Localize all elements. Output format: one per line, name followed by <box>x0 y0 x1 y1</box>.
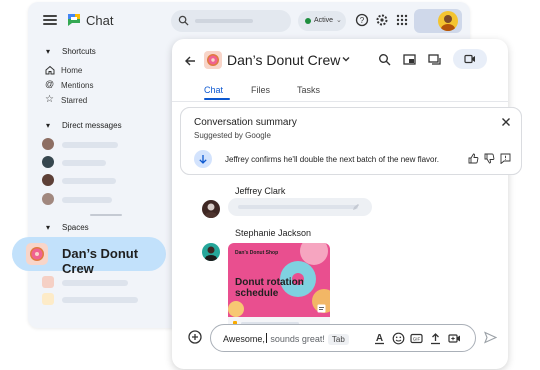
conversation-summary: Conversation summary Suggested by Google… <box>180 107 522 175</box>
document-icon <box>317 304 326 313</box>
message-text-placeholder <box>238 205 358 209</box>
search-placeholder-bar <box>195 19 253 23</box>
gear-icon[interactable] <box>375 13 389 27</box>
shortcuts-heading[interactable]: Shortcuts <box>62 47 96 56</box>
dm-name-placeholder <box>62 160 106 166</box>
home-icon <box>45 65 55 75</box>
star-icon: ☆ <box>45 94 54 105</box>
space-name: Dan’s Donut Crew <box>62 246 139 276</box>
avatar[interactable] <box>202 200 220 218</box>
space-title[interactable]: Dan’s Donut Crew <box>227 52 340 68</box>
feedback-icon[interactable] <box>500 153 511 164</box>
space-name-placeholder <box>62 297 138 303</box>
search-icon <box>178 15 189 26</box>
thumbs-down-icon[interactable] <box>484 153 495 164</box>
message-sender-name: Jeffrey Clark <box>235 186 286 196</box>
image-heading: Donut rotation schedule <box>235 277 304 299</box>
hamburger-menu-icon[interactable] <box>43 13 57 27</box>
close-icon[interactable] <box>501 117 511 127</box>
image-shop-label: Dan's Donut Shop <box>235 250 279 256</box>
account-switcher[interactable] <box>414 9 462 33</box>
dm-toggle-icon[interactable]: ▾ <box>46 121 50 130</box>
help-icon[interactable]: ? <box>355 13 369 27</box>
apps-grid-icon[interactable] <box>395 13 409 27</box>
space-name-placeholder <box>62 280 128 286</box>
space-icon <box>42 276 54 288</box>
image-heading-line: schedule <box>235 288 279 299</box>
avatar <box>42 193 54 205</box>
dm-name-placeholder <box>62 178 116 184</box>
avatar <box>42 156 54 168</box>
tab-files[interactable]: Files <box>251 85 270 95</box>
upload-icon[interactable] <box>429 332 442 345</box>
gif-icon[interactable]: GIF <box>410 332 423 345</box>
top-bar: Chat Active ⌄ ? <box>28 2 470 40</box>
send-icon[interactable] <box>484 331 497 344</box>
sidebar-item-label: Starred <box>61 96 88 105</box>
chat-logo-icon <box>68 14 80 26</box>
image-attachment[interactable]: Dan's Donut Shop Donut rotation schedule <box>228 243 330 317</box>
tab-chat[interactable]: Chat <box>204 85 223 95</box>
message-sender-name: Stephanie Jackson <box>235 228 312 238</box>
video-call-icon <box>464 54 475 64</box>
avatar <box>42 174 54 186</box>
dm-name-placeholder <box>62 197 112 203</box>
threads-icon[interactable] <box>428 53 441 66</box>
svg-text:?: ? <box>360 16 365 25</box>
image-heading-line: Donut rotation <box>235 277 304 288</box>
search-icon[interactable] <box>378 53 391 66</box>
typed-text: Awesome, <box>223 334 265 344</box>
spaces-heading[interactable]: Spaces <box>62 223 89 232</box>
dm-name-placeholder <box>62 142 118 148</box>
active-status-dot <box>305 18 311 24</box>
video-meeting-icon[interactable] <box>448 332 461 345</box>
sidebar-item-label: Home <box>61 66 83 75</box>
tab-tasks[interactable]: Tasks <box>297 85 320 95</box>
sidebar-item-active-space[interactable]: Dan’s Donut Crew <box>12 237 166 276</box>
summary-title: Conversation summary <box>194 117 297 128</box>
spaces-toggle-icon[interactable]: ▾ <box>46 223 50 232</box>
svg-text:A: A <box>376 333 383 344</box>
at-icon: @ <box>45 79 55 89</box>
jump-to-message-button[interactable] <box>194 150 212 168</box>
smart-compose-suggestion: sounds great! <box>267 334 325 344</box>
avatar[interactable] <box>202 243 220 261</box>
chevron-down-icon[interactable] <box>341 54 351 64</box>
chevron-down-icon: ⌄ <box>336 17 342 24</box>
arrow-down-icon <box>199 155 207 164</box>
edit-icon <box>353 204 359 210</box>
back-arrow-icon[interactable] <box>184 55 196 67</box>
search-input[interactable] <box>171 10 291 32</box>
avatar <box>42 138 54 150</box>
sidebar-item-label: Mentions <box>61 81 94 90</box>
summary-subtitle: Suggested by Google <box>194 131 271 140</box>
space-icon <box>42 293 54 305</box>
direct-messages-heading[interactable]: Direct messages <box>62 121 122 130</box>
emoji-icon[interactable] <box>392 332 405 345</box>
donut-icon <box>204 51 222 69</box>
header-divider <box>172 101 508 102</box>
composer-text: Awesome, sounds great! Tab <box>223 333 349 345</box>
shortcuts-toggle-icon[interactable]: ▾ <box>46 47 50 56</box>
status-label: Active <box>314 17 334 24</box>
message-input[interactable]: Awesome, sounds great! Tab A GIF <box>210 324 476 352</box>
add-icon[interactable] <box>188 330 202 344</box>
donut-icon <box>26 243 48 265</box>
text-caret <box>265 333 267 343</box>
svg-text:GIF: GIF <box>413 337 421 342</box>
chat-panel: Dan’s Donut Crew Chat Files Tasks Jeffre… <box>172 39 522 369</box>
status-selector[interactable]: Active ⌄ <box>298 11 346 31</box>
active-tab-indicator <box>204 98 230 100</box>
app-title: Chat <box>86 13 114 28</box>
avatar <box>438 11 458 31</box>
message-bubble <box>228 198 372 216</box>
summary-text: Jeffrey confirms he'll double the next b… <box>225 155 439 164</box>
format-text-icon[interactable]: A <box>373 332 386 345</box>
start-video-call-button[interactable] <box>453 49 487 69</box>
picture-in-picture-icon[interactable] <box>403 53 416 66</box>
thumbs-up-icon[interactable] <box>468 153 479 164</box>
tab-accept-hint: Tab <box>327 334 349 345</box>
resize-handle[interactable] <box>90 214 122 216</box>
